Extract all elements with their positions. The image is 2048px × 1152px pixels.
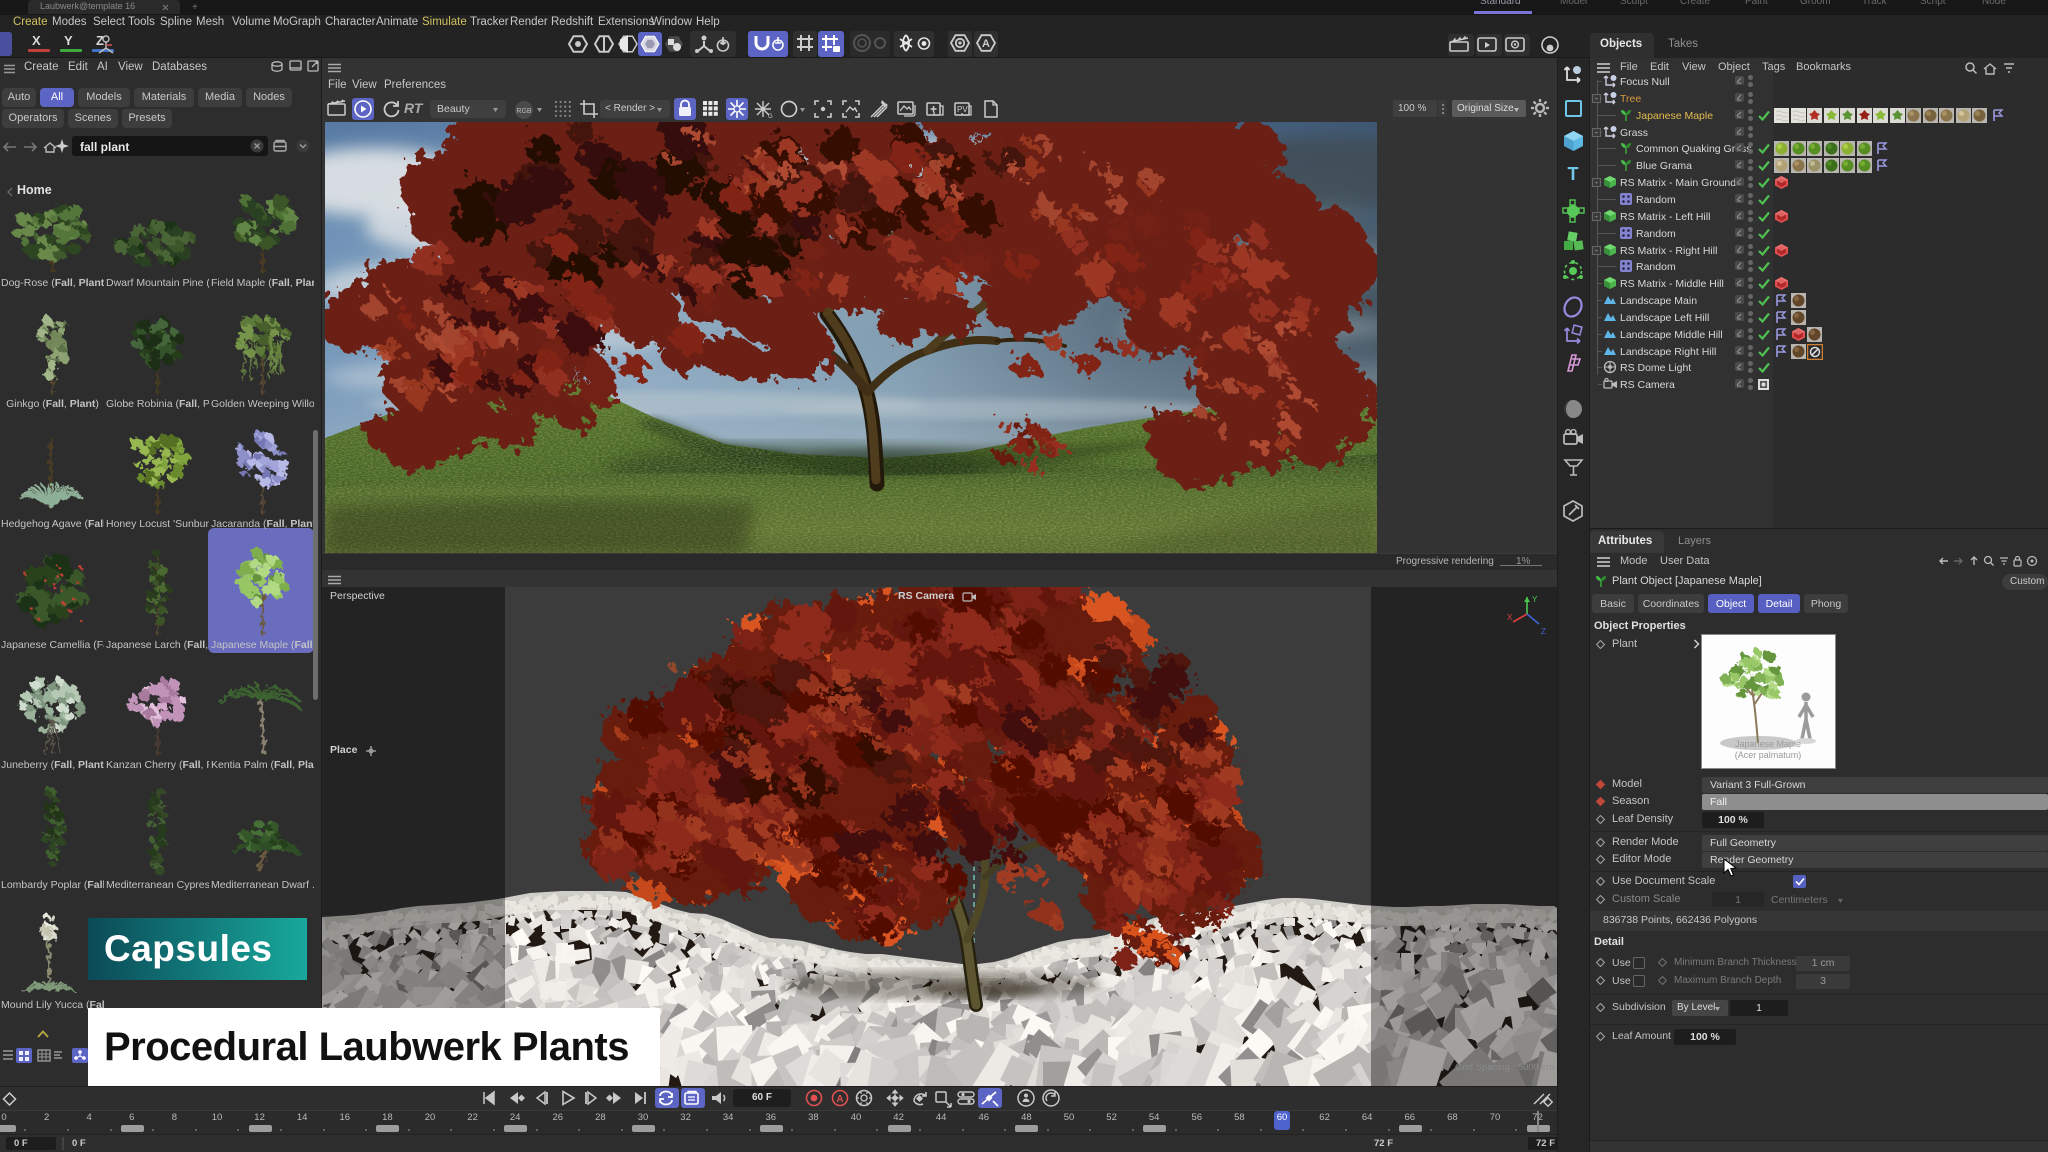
svg-text:A: A (982, 38, 990, 50)
svg-text:T: T (1568, 164, 1579, 184)
svg-text:RGB: RGB (516, 108, 532, 115)
svg-text:X: X (1507, 613, 1513, 622)
svg-text:Z: Z (1541, 627, 1546, 636)
svg-text:PV: PV (957, 105, 968, 114)
svg-text:(Acer palmatum): (Acer palmatum) (1735, 750, 1802, 760)
svg-text:A: A (836, 1094, 843, 1105)
svg-text:Y: Y (1532, 595, 1538, 604)
svg-text:Japanese Maple: Japanese Maple (1735, 739, 1801, 749)
svg-text:G: G (768, 114, 773, 120)
